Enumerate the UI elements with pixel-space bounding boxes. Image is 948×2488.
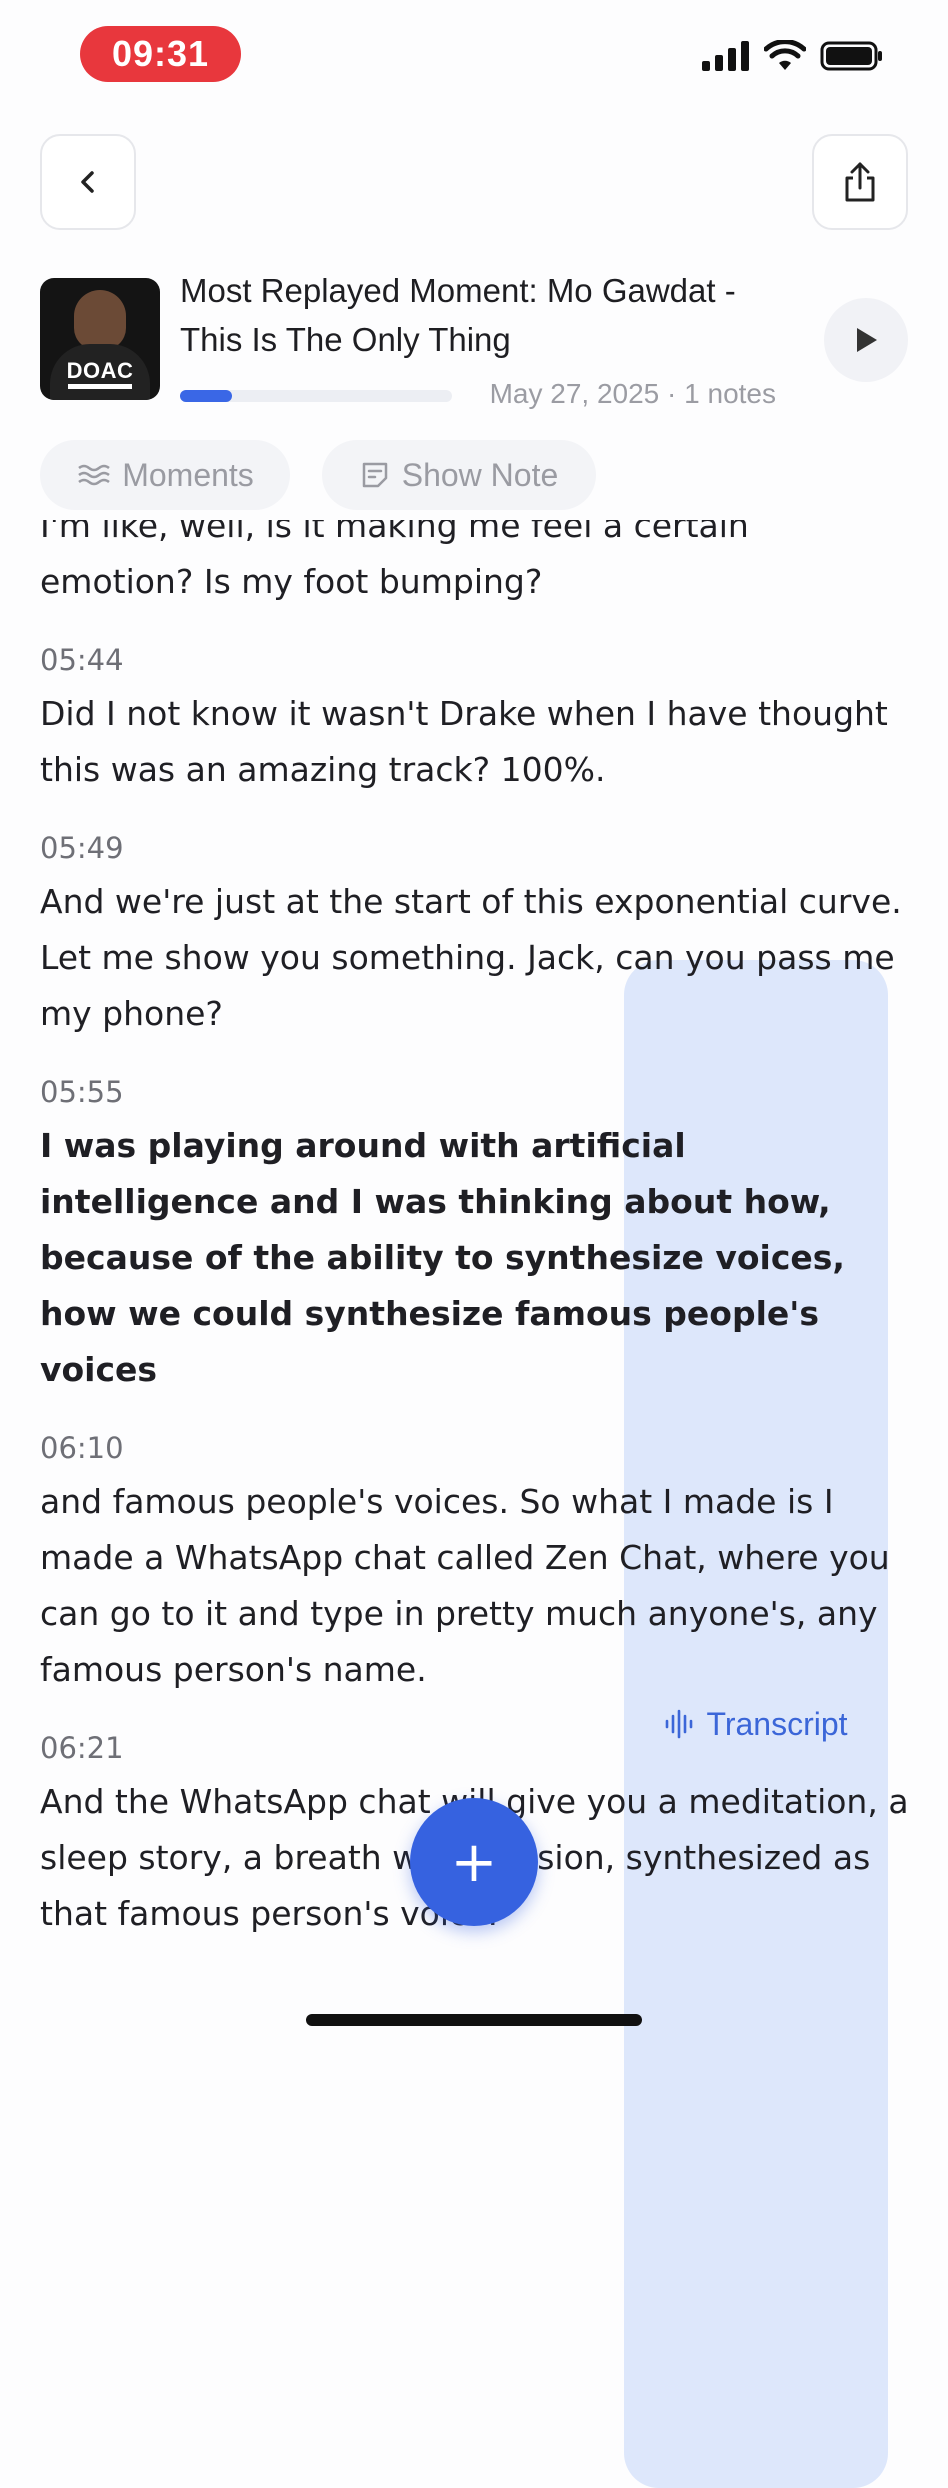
episode-date: May 27, 2025 xyxy=(489,378,660,409)
tab-moments-label: Moments xyxy=(122,456,254,493)
episode-title: Most Replayed Moment: Mo Gawdat - This I… xyxy=(180,272,736,358)
transcript-segment[interactable]: 06:10 and famous people's voices. So wha… xyxy=(40,1422,910,1698)
transcript-segment[interactable]: 05:49 And we're just at the start of thi… xyxy=(40,822,910,1042)
play-icon xyxy=(857,328,877,352)
host-portrait xyxy=(74,290,126,350)
meta-separator: · xyxy=(667,378,677,409)
transcript-text: and famous people's voices. So what I ma… xyxy=(40,1482,890,1689)
tab-moments[interactable]: Moments xyxy=(40,440,290,510)
battery-icon xyxy=(820,41,882,71)
transcript-timestamp[interactable]: 05:49 xyxy=(40,822,910,874)
episode-notes-count: 1 notes xyxy=(684,378,776,409)
tab-show-note-label: Show Note xyxy=(401,456,559,493)
transcript-text-current: I was playing around with artificial int… xyxy=(40,1126,845,1389)
back-button[interactable] xyxy=(40,134,136,230)
transcript-text: And we're just at the start of this expo… xyxy=(40,882,902,1033)
transcript-timestamp[interactable]: 05:44 xyxy=(40,634,910,686)
status-icons xyxy=(702,40,884,72)
share-button[interactable] xyxy=(812,134,908,230)
signal-icon xyxy=(702,41,749,71)
transcript-segment[interactable]: I'm like, well, is it making me feel a c… xyxy=(40,520,910,610)
transcript-text: I'm like, well, is it making me feel a c… xyxy=(40,520,749,601)
artwork-logo: DOAC xyxy=(66,358,134,383)
status-bar: 09:31 xyxy=(0,0,948,110)
transcript-text: Did I not know it wasn't Drake when I ha… xyxy=(40,694,888,789)
play-button[interactable] xyxy=(824,298,908,382)
transcript-segment[interactable]: 05:44 Did I not know it wasn't Drake whe… xyxy=(40,634,910,798)
episode-meta: May 27, 2025 · 1 notes xyxy=(490,378,776,410)
transcript-timestamp[interactable]: 06:21 xyxy=(40,1722,910,1774)
share-icon xyxy=(845,162,875,202)
tab-bar: Moments Show Note Transcript xyxy=(40,440,910,2488)
waves-icon xyxy=(78,464,110,486)
episode-artwork: DOAC xyxy=(40,278,160,400)
home-indicator[interactable] xyxy=(306,2014,642,2026)
artwork-logo-bar xyxy=(68,384,132,389)
tab-show-note[interactable]: Show Note xyxy=(322,440,596,510)
plus-icon: + xyxy=(450,1829,498,1895)
transcript-timestamp[interactable]: 06:10 xyxy=(40,1422,910,1474)
episode-progress-bar[interactable] xyxy=(180,390,452,402)
transcript-segment-current[interactable]: 05:55 I was playing around with artifici… xyxy=(40,1066,910,1398)
status-time: 09:31 xyxy=(80,26,241,82)
note-icon xyxy=(362,462,387,488)
chevron-left-icon xyxy=(81,171,94,193)
transcript-timestamp[interactable]: 05:55 xyxy=(40,1066,910,1118)
add-note-button[interactable]: + xyxy=(410,1798,538,1926)
episode-progress-fill xyxy=(180,390,232,402)
wifi-icon xyxy=(764,40,806,70)
